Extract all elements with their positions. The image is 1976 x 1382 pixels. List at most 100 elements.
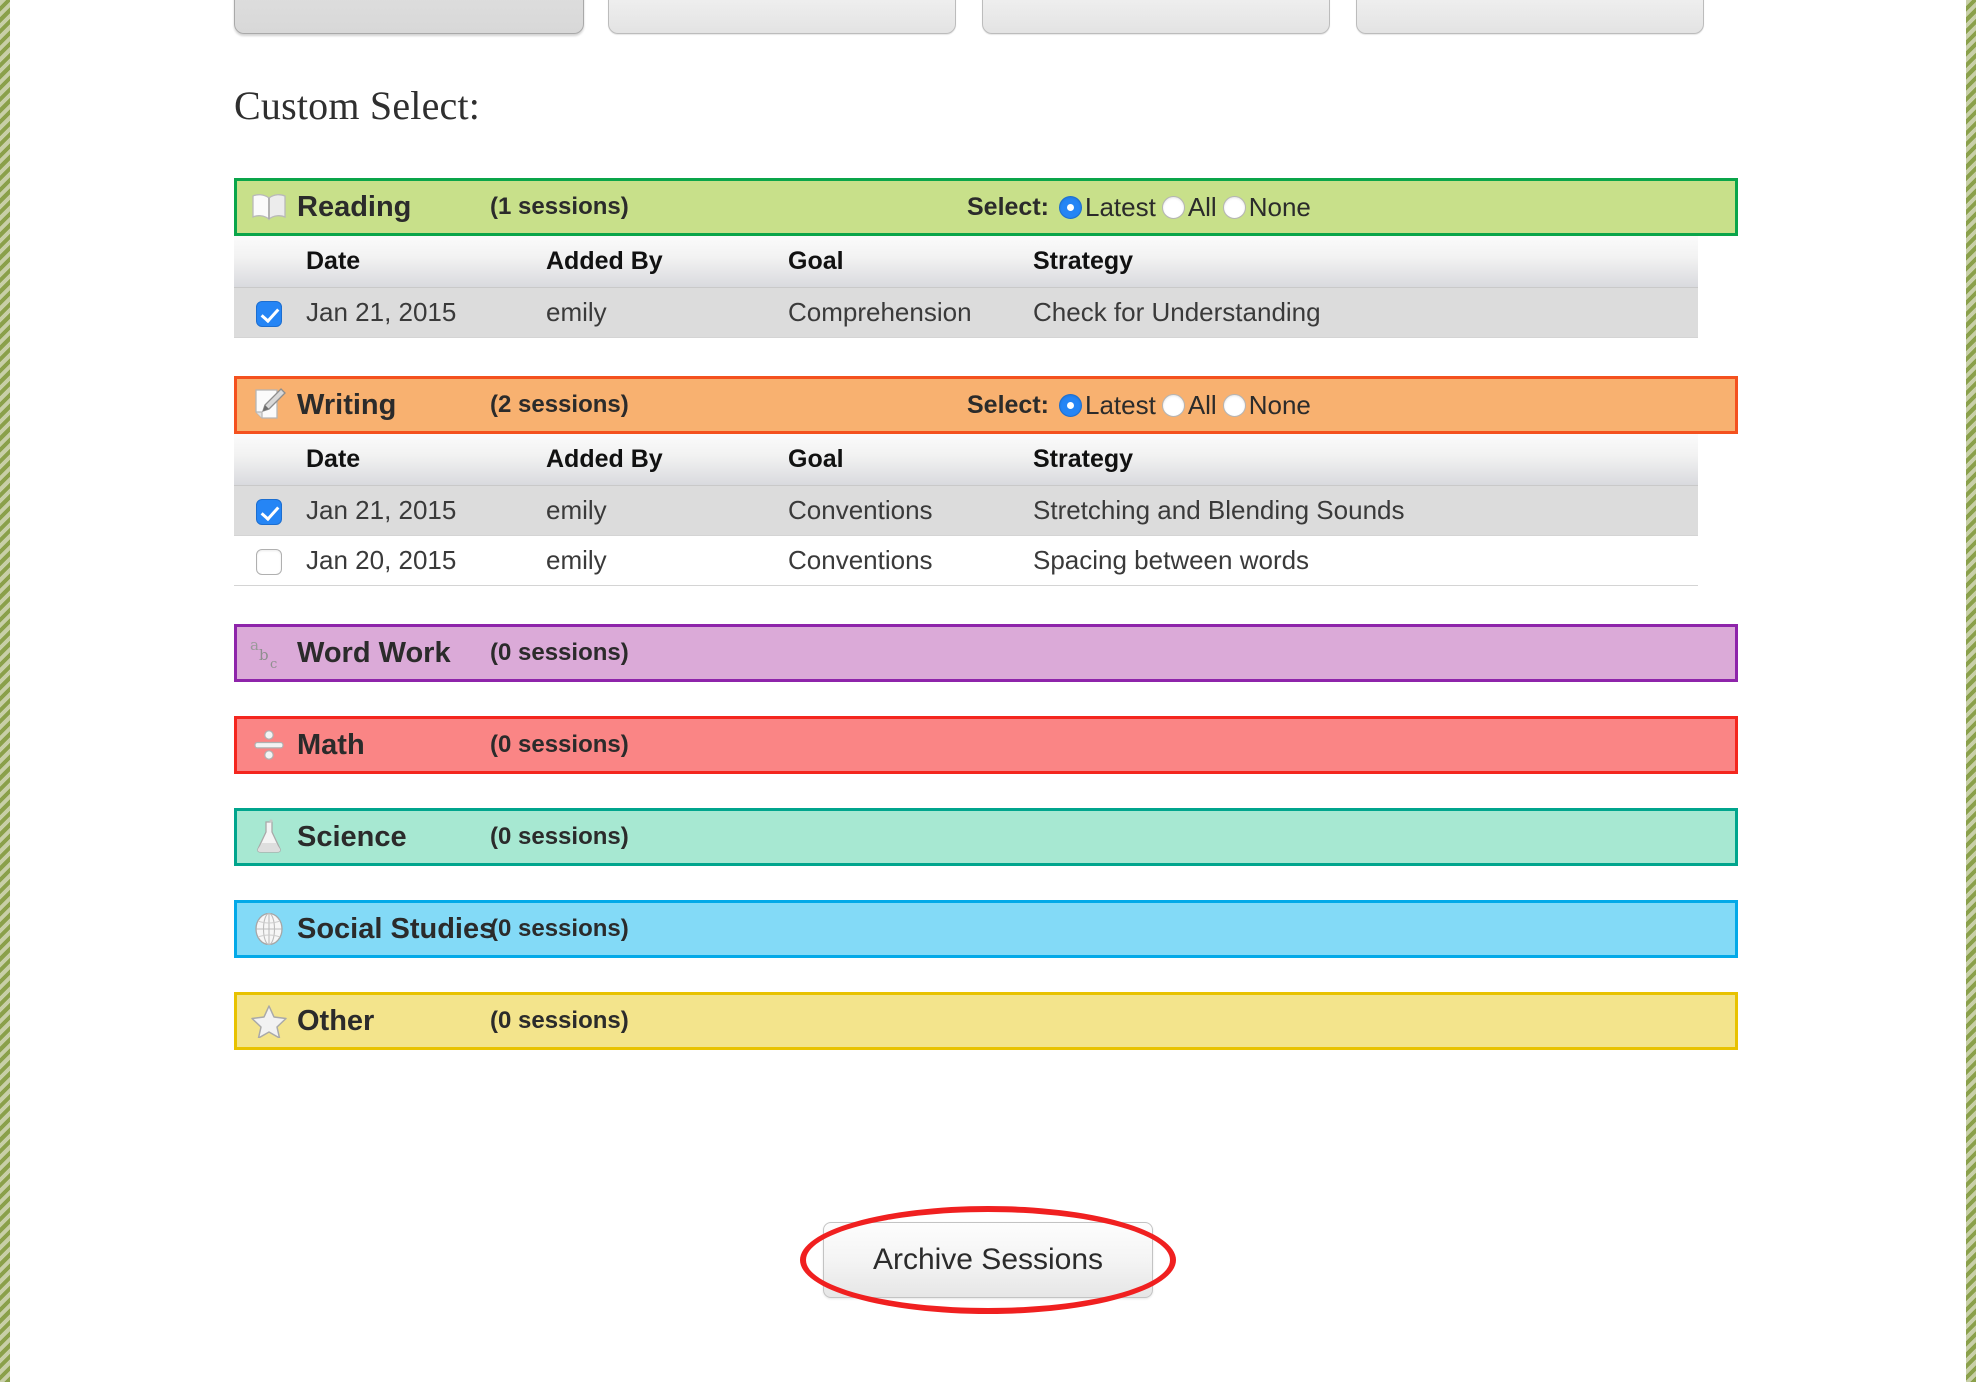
column-header-goal: Goal — [788, 236, 1033, 288]
table-row[interactable]: Jan 20, 2015 emily Conventions Spacing betw… — [234, 535, 1698, 586]
column-header-strategy: Strategy — [1033, 236, 1698, 288]
radio-label-none: None — [1248, 191, 1311, 222]
subject-header-social-studies[interactable]: Social Studies (0 sessions) — [234, 900, 1738, 958]
column-header-date: Date — [306, 434, 546, 486]
radio-option-latest-writing[interactable]: Latest — [1058, 389, 1156, 421]
table-row[interactable]: Jan 21, 2015 emily Conventions Stretching a… — [234, 485, 1698, 536]
cell-date: Jan 21, 2015 — [306, 485, 546, 536]
subject-session-count: (0 sessions) — [490, 1007, 629, 1034]
archive-area: Archive Sessions — [0, 1206, 1976, 1314]
cell-goal: Conventions — [788, 485, 1033, 536]
table-header-row: Date Added By Goal Strategy — [234, 236, 1698, 288]
radio-label-none: None — [1248, 389, 1311, 420]
radio-label-all: All — [1187, 191, 1217, 222]
column-header-added-by: Added By — [546, 434, 788, 486]
archive-button-wrapper: Archive Sessions — [800, 1206, 1176, 1314]
table-row[interactable]: Jan 21, 2015 emily Comprehension Check for … — [234, 287, 1698, 338]
radio-button-none[interactable] — [1222, 195, 1246, 219]
subject-name-label: Social Studies — [297, 912, 496, 945]
row-checkbox-cell[interactable] — [234, 287, 306, 338]
subject-header-reading[interactable]: Reading (1 sessions) Select: Latest All None — [234, 178, 1738, 236]
row-checkbox-cell[interactable] — [234, 485, 306, 536]
subject-header-science[interactable]: Science (0 sessions) — [234, 808, 1738, 866]
subject-session-count: (0 sessions) — [490, 639, 629, 666]
subject-header-word-work[interactable]: a b c Word Work (0 sessions) — [234, 624, 1738, 682]
radio-button-all[interactable] — [1161, 393, 1185, 417]
radio-button-latest[interactable] — [1058, 393, 1082, 417]
open-book-icon — [249, 187, 289, 227]
subject-session-count: (0 sessions) — [490, 915, 629, 942]
select-controls-writing: Select: Latest All None — [967, 390, 1317, 421]
session-checkbox[interactable] — [256, 499, 282, 526]
session-table-reading: Date Added By Goal Strategy Jan 21, 2015 emil… — [234, 236, 1698, 338]
page-left-border-stripe — [0, 0, 10, 1382]
subject-section-writing: Writing (2 sessions) Select: Latest All None D… — [234, 376, 1742, 624]
subject-session-count: (0 sessions) — [490, 823, 629, 850]
radio-option-none-writing[interactable]: None — [1222, 389, 1311, 421]
subject-session-count: (1 sessions) — [490, 193, 629, 220]
subject-name-label: Word Work — [297, 636, 451, 669]
subject-section-science: Science (0 sessions) — [234, 808, 1742, 900]
subject-section-other: Other (0 sessions) — [234, 992, 1742, 1084]
svg-text:c: c — [270, 657, 277, 671]
top-tab-1[interactable] — [234, 0, 584, 34]
column-header-goal: Goal — [788, 434, 1033, 486]
subject-name-label: Science — [297, 820, 407, 853]
cell-goal: Comprehension — [788, 287, 1033, 338]
subject-name-label: Writing — [297, 388, 397, 421]
radio-label-all: All — [1187, 389, 1217, 420]
page-root: Custom Select: Reading (1 sessions) Select… — [0, 0, 1976, 1382]
table-header-row: Date Added By Goal Strategy — [234, 434, 1698, 486]
radio-button-none[interactable] — [1222, 393, 1246, 417]
select-controls-reading: Select: Latest All None — [967, 192, 1317, 223]
subject-session-count: (0 sessions) — [490, 731, 629, 758]
radio-option-latest-reading[interactable]: Latest — [1058, 192, 1156, 223]
cell-strategy: Spacing between words — [1033, 535, 1698, 586]
radio-button-all[interactable] — [1161, 195, 1185, 219]
cell-date: Jan 21, 2015 — [306, 287, 546, 338]
column-header-strategy: Strategy — [1033, 434, 1698, 486]
top-tab-3[interactable] — [982, 0, 1330, 34]
subject-section-math: Math (0 sessions) — [234, 716, 1742, 808]
archive-sessions-button[interactable]: Archive Sessions — [823, 1222, 1153, 1298]
top-tab-4[interactable] — [1356, 0, 1704, 34]
row-checkbox-cell[interactable] — [234, 535, 306, 586]
radio-option-all-reading[interactable]: All — [1161, 191, 1217, 223]
cell-strategy: Check for Understanding — [1033, 287, 1698, 338]
subject-header-writing[interactable]: Writing (2 sessions) Select: Latest All None — [234, 376, 1738, 434]
subject-header-math[interactable]: Math (0 sessions) — [234, 716, 1738, 774]
cell-added-by: emily — [546, 535, 788, 586]
page-right-border-stripe — [1966, 0, 1976, 1382]
subject-section-social-studies: Social Studies (0 sessions) — [234, 900, 1742, 992]
radio-option-none-reading[interactable]: None — [1222, 191, 1311, 223]
svg-text:b: b — [259, 646, 269, 664]
memo-pencil-icon — [249, 385, 289, 425]
subject-sections-list: Reading (1 sessions) Select: Latest All None D… — [234, 178, 1742, 1084]
radio-button-latest[interactable] — [1058, 195, 1082, 219]
radio-label-latest: Latest — [1084, 389, 1156, 420]
subject-name-label: Math — [297, 728, 365, 761]
cell-goal: Conventions — [788, 535, 1033, 586]
star-icon — [249, 1001, 289, 1041]
abc-icon: abc — [249, 633, 289, 673]
subject-section-reading: Reading (1 sessions) Select: Latest All None D… — [234, 178, 1742, 376]
select-label: Select: — [967, 390, 1049, 419]
cell-date: Jan 20, 2015 — [306, 535, 546, 586]
radio-option-all-writing[interactable]: All — [1161, 389, 1217, 421]
globe-icon — [249, 909, 289, 949]
division-sign-icon — [249, 725, 289, 765]
session-checkbox[interactable] — [256, 301, 282, 328]
subject-header-other[interactable]: Other (0 sessions) — [234, 992, 1738, 1050]
top-tab-2[interactable] — [608, 0, 956, 34]
session-table-writing: Date Added By Goal Strategy Jan 21, 2015 emil… — [234, 434, 1698, 586]
flask-icon — [249, 817, 289, 857]
subject-section-word-work: a b c Word Work (0 sessions) — [234, 624, 1742, 716]
cell-strategy: Stretching and Blending Sounds — [1033, 485, 1698, 536]
session-checkbox[interactable] — [256, 549, 282, 576]
top-tab-strip — [0, 0, 1976, 34]
